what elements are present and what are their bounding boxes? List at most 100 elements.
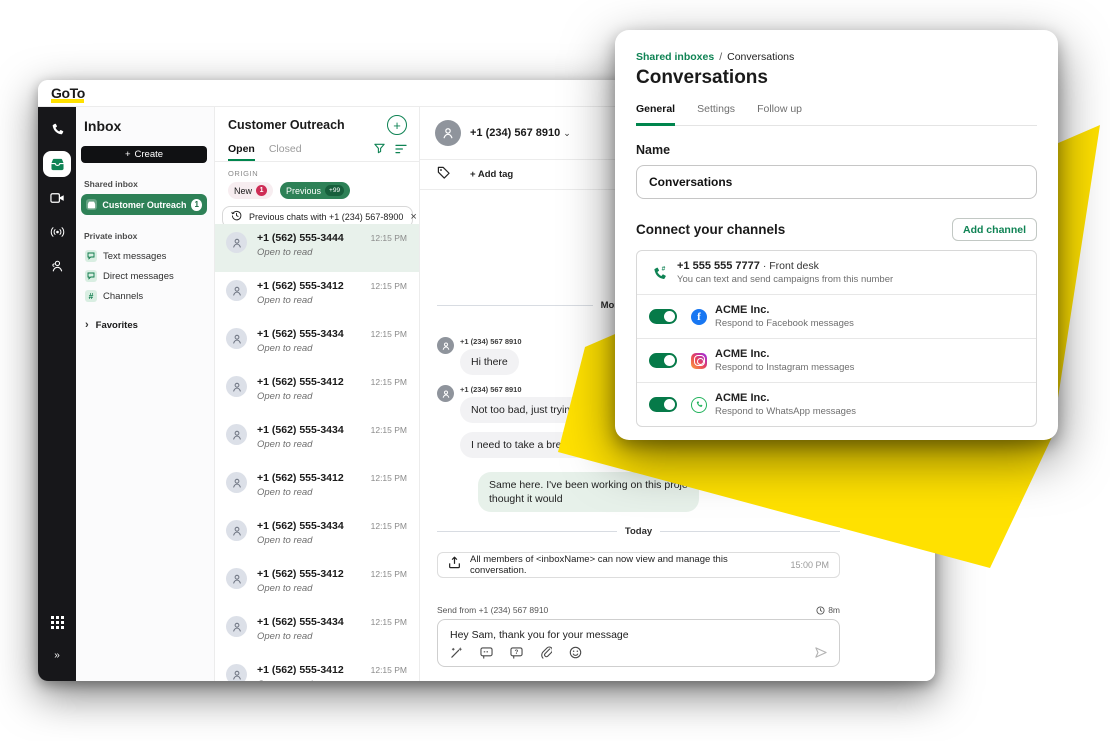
broadcast-icon [50,226,65,238]
contact-avatar [226,424,247,445]
system-notice-time: 15:00 PM [790,560,829,570]
previous-count-badge: +99 [325,185,344,196]
whatsapp-icon [691,397,707,413]
nav-inbox-button[interactable] [43,151,71,177]
add-channel-button[interactable]: Add channel [952,218,1037,241]
contact-avatar [435,120,461,146]
message-bubble: Not too bad, just trying to [460,397,599,423]
tag-icon [437,166,450,184]
facebook-channel-toggle[interactable] [649,309,677,324]
sort-icon[interactable] [395,141,407,159]
instagram-channel-row: ACME Inc. Respond to Instagram messages [637,338,1036,382]
sidebar-item-customer-outreach[interactable]: Customer Outreach 1 [81,194,207,215]
contact-avatar [226,664,247,681]
nav-rail: » [38,107,76,681]
chevron-right-icon: › [85,320,89,331]
conversation-list-item[interactable]: +1 (562) 555-343412:15 PMOpen to read [215,320,419,368]
attachment-icon[interactable] [540,646,552,659]
breadcrumb-shared-inboxes[interactable]: Shared inboxes [636,51,714,63]
conversation-list-item[interactable]: +1 (562) 555-343412:15 PMOpen to read [215,512,419,560]
svg-text:#: # [661,265,665,272]
apps-grid-icon [51,616,64,629]
chat-icon [85,250,97,262]
filter-icon[interactable] [374,141,385,159]
tab-general[interactable]: General [636,103,675,126]
tab-open[interactable]: Open [228,139,255,161]
whatsapp-channel-row: ACME Inc. Respond to WhatsApp messages [637,382,1036,426]
page-title: Conversations [636,67,1037,89]
private-inbox-section-label: Private inbox [84,231,207,241]
tab-settings[interactable]: Settings [697,103,735,126]
sidebar-title: Inbox [84,118,207,134]
contact-avatar [226,280,247,301]
goto-logo: GoTo [51,86,85,100]
apps-grid-button[interactable] [43,609,71,635]
chat-contact-dropdown[interactable]: +1 (234) 567 8910⌄ [470,127,571,139]
send-from-label[interactable]: Send from +1 (234) 567 8910 [437,605,548,615]
whatsapp-channel-toggle[interactable] [649,397,677,412]
canned-message-icon[interactable] [480,647,493,659]
nav-broadcast-button[interactable] [43,219,71,245]
conversation-list-item[interactable]: +1 (562) 555-341212:15 PMOpen to read [215,560,419,608]
contact-avatar [226,616,247,637]
conversation-list-item[interactable]: +1 (562) 555-341212:15 PMOpen to read [215,368,419,416]
conversation-list-item[interactable]: +1 (562) 555-341212:15 PMOpen to read [215,272,419,320]
double-chevron-icon: » [54,651,60,661]
facebook-channel-row: f ACME Inc. Respond to Facebook messages [637,294,1036,338]
hash-icon: # [85,290,97,302]
unread-count-badge: 1 [191,199,202,211]
message-composer[interactable]: Hey Sam, thank you for your message ? [437,619,840,667]
conversation-list-item[interactable]: +1 (562) 555-343412:15 PMOpen to read [215,416,419,464]
sender-avatar [437,337,454,354]
favorites-toggle[interactable]: › Favorites [85,320,207,331]
message-bubble: Hi there [460,349,519,375]
new-conversation-button[interactable]: + [387,115,407,135]
inbox-icon [86,199,97,210]
inbox-share-icon [448,556,461,574]
channel-description: Respond to WhatsApp messages [715,406,856,417]
conversation-list-panel: Customer Outreach + Open Closed ORIGIN N… [215,107,420,681]
sidebar-item-text-messages[interactable]: Text messages [81,246,207,266]
add-tag-button[interactable]: + Add tag [470,169,513,180]
channel-description: You can text and send campaigns from thi… [677,274,893,285]
filter-chip-new[interactable]: New1 [228,182,273,199]
origin-filter-label: ORIGIN [228,169,419,178]
filter-chip-previous[interactable]: Previous+99 [280,182,350,199]
template-question-icon[interactable]: ? [510,647,523,659]
agent-headset-icon [50,259,64,273]
ai-compose-icon[interactable] [450,646,463,659]
video-camera-icon [50,192,65,204]
inbox-name-input[interactable] [636,165,1037,199]
contact-avatar [226,376,247,397]
nav-phone-button[interactable] [43,117,71,143]
breadcrumb-current: Conversations [727,51,794,63]
conversation-list-item[interactable]: +1 (562) 555-343412:15 PMOpen to read [215,608,419,656]
message-timer: 8m [816,605,840,615]
sidebar-item-direct-messages[interactable]: Direct messages [81,266,207,286]
create-button[interactable]: +Create [81,146,207,163]
tab-closed[interactable]: Closed [269,139,302,161]
conversation-list-item[interactable]: +1 (562) 555-341212:15 PMOpen to read [215,464,419,512]
inbox-icon [50,158,65,171]
channels-list: # +1 555 555 7777 · Front desk You can t… [636,250,1037,427]
channel-phone-suffix: · Front desk [763,260,819,272]
inbox-sidebar: Inbox +Create Shared inbox Customer Outr… [76,107,215,681]
nav-contact-center-button[interactable] [43,253,71,279]
composer-text[interactable]: Hey Sam, thank you for your message [450,629,629,641]
sidebar-item-channels[interactable]: # Channels [81,286,207,306]
emoji-icon[interactable] [569,646,582,659]
instagram-channel-toggle[interactable] [649,353,677,368]
phone-number-icon: # [649,265,669,280]
plus-icon: + [125,149,131,160]
conversation-list-item[interactable]: +1 (562) 555-341212:15 PMOpen to read [215,656,419,681]
contact-avatar [226,328,247,349]
day-divider-today: Today [437,526,840,537]
tab-follow-up[interactable]: Follow up [757,103,802,126]
message-bubble: I need to take a break f [460,432,589,458]
expand-rail-button[interactable]: » [43,643,71,669]
close-icon[interactable]: × [410,212,416,223]
send-button[interactable] [814,646,828,659]
nav-meetings-button[interactable] [43,185,71,211]
conversation-list-item[interactable]: +1 (562) 555-344412:15 PMOpen to read [215,224,419,272]
svg-text:?: ? [515,650,519,656]
